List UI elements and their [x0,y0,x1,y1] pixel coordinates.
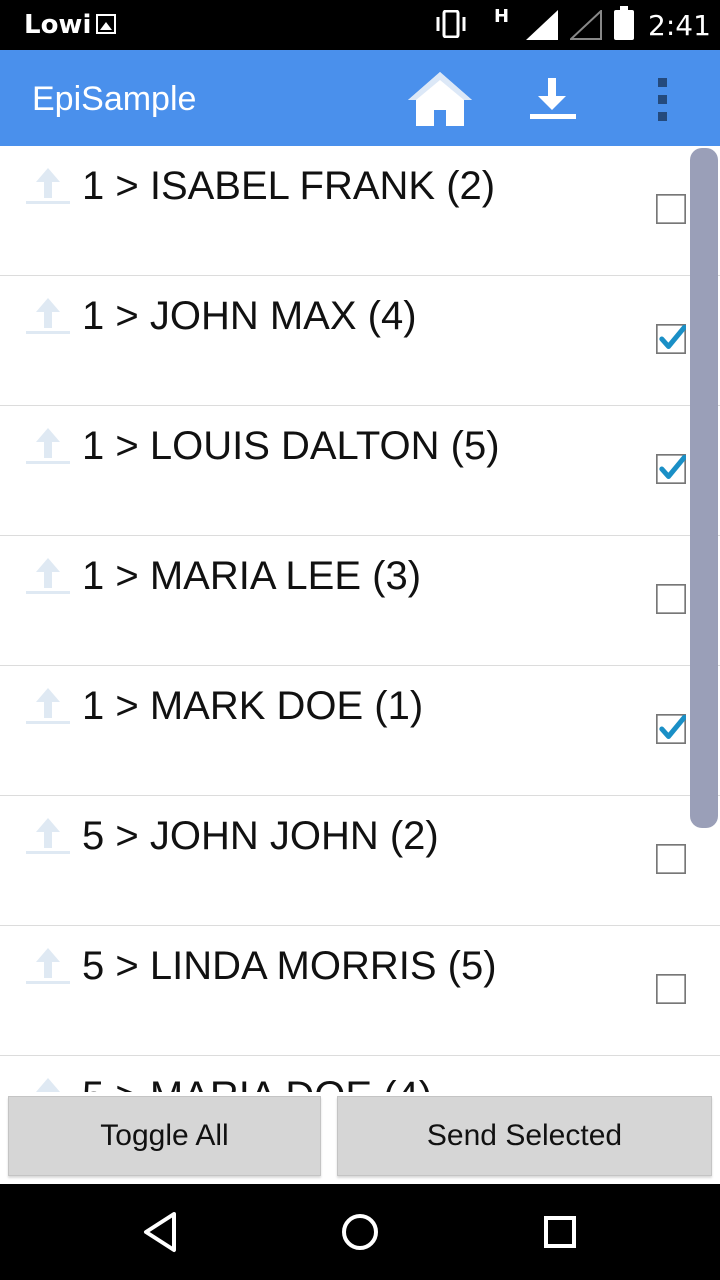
clock: 2:41 [648,9,711,42]
overflow-menu-icon[interactable] [644,72,684,128]
status-bar: Lowi H 2:41 [0,0,720,50]
list-item-label: 1 > MARK DOE (1) [82,684,424,728]
battery-icon [614,6,634,40]
navigation-bar [0,1184,720,1280]
sample-list[interactable]: 1 > ISABEL FRANK (2) 1 > JOHN MAX (4) 1 > … [0,146,720,1092]
signal-strength-icon [526,10,558,40]
signal-empty-icon [570,10,602,40]
list-item-label: 5 > LINDA MORRIS (5) [82,944,497,988]
upload-icon [26,428,70,464]
upload-icon [26,558,70,594]
list-item[interactable]: 1 > MARK DOE (1) [0,666,720,796]
list-item[interactable]: 1 > MARIA LEE (3) [0,536,720,666]
network-type-label: H [494,6,510,27]
download-icon[interactable] [522,70,582,130]
upload-icon [26,168,70,204]
app-title: EpiSample [32,80,197,118]
list-item-label: 1 > ISABEL FRANK (2) [82,164,496,208]
back-icon[interactable] [140,1210,180,1254]
checkbox-checked[interactable] [656,454,686,484]
send-selected-button[interactable]: Send Selected [337,1096,712,1176]
list-item[interactable]: 5 > LINDA MORRIS (5) [0,926,720,1056]
upload-icon [36,1078,60,1092]
upload-icon [26,688,70,724]
list-item[interactable]: 1 > LOUIS DALTON (5) [0,406,720,536]
list-item-label: 5 > JOHN JOHN (2) [82,814,439,858]
action-bar: Toggle All Send Selected [0,1092,720,1184]
list-item-label: 1 > MARIA LEE (3) [82,554,422,598]
upload-icon [26,948,70,984]
image-notification-icon [96,14,116,34]
list-item[interactable]: 1 > JOHN MAX (4) [0,276,720,406]
app-bar: EpiSample [0,50,720,146]
checkbox-checked[interactable] [656,324,686,354]
home-icon[interactable] [404,68,476,132]
scrollbar[interactable] [690,148,718,828]
checkbox[interactable] [656,584,686,614]
list-item[interactable]: 5 > MARIA DOE (4) [0,1056,720,1092]
toggle-all-button[interactable]: Toggle All [8,1096,321,1176]
checkbox[interactable] [656,194,686,224]
upload-icon [26,818,70,854]
list-item-label: 1 > LOUIS DALTON (5) [82,424,500,468]
checkbox[interactable] [656,844,686,874]
vibrate-icon [436,10,466,38]
list-item-label: 1 > JOHN MAX (4) [82,294,417,338]
recents-icon[interactable] [540,1210,580,1254]
list-item-label: 5 > MARIA DOE (4) [82,1074,432,1092]
carrier-name: Lowi [24,10,92,40]
checkbox-checked[interactable] [656,714,686,744]
home-circle-icon[interactable] [340,1210,380,1254]
list-item[interactable]: 5 > JOHN JOHN (2) [0,796,720,926]
upload-icon [26,298,70,334]
list-item[interactable]: 1 > ISABEL FRANK (2) [0,146,720,276]
checkbox[interactable] [656,974,686,1004]
